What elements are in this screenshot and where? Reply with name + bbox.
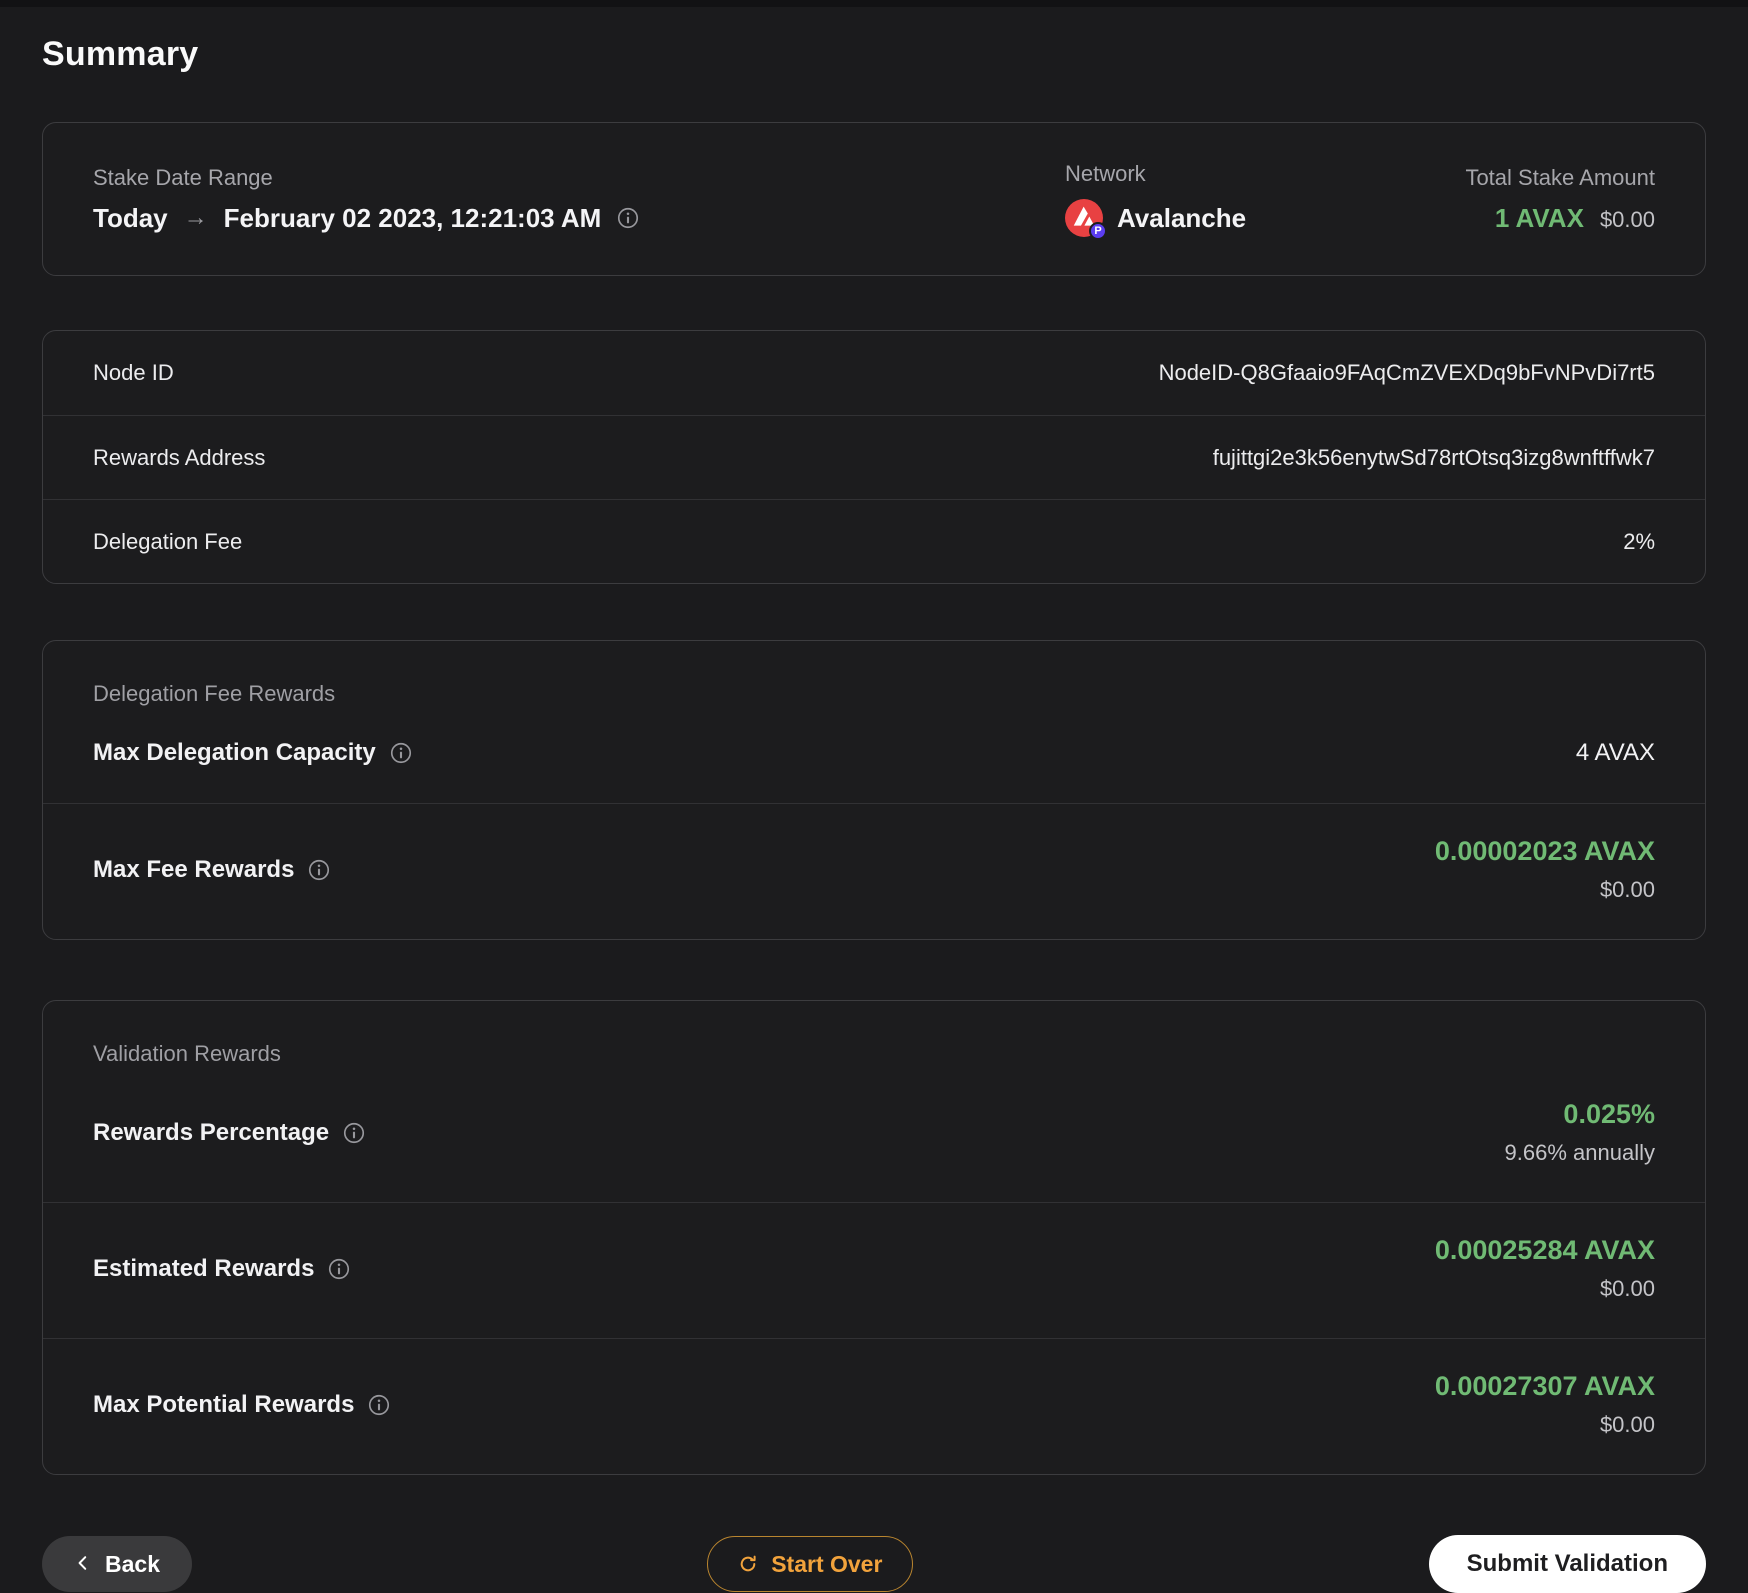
estimated-rewards-label: Estimated Rewards — [93, 1254, 315, 1282]
estimated-rewards-row: Estimated Rewards 0.00025284 AVAX $0.00 — [43, 1202, 1705, 1338]
max-fee-rewards-usd: $0.00 — [1599, 877, 1655, 902]
network-group: Network P Avalanche — [1065, 161, 1395, 240]
total-stake-amount: 1 AVAX — [1494, 202, 1584, 233]
max-fee-rewards-info-icon[interactable] — [308, 859, 330, 881]
p-chain-badge: P — [1089, 222, 1107, 240]
table-row-delegation-fee: Delegation Fee 2% — [43, 499, 1705, 583]
table-row-rewards-address: Rewards Address fujittgi2e3k56enytwSd78r… — [43, 415, 1705, 499]
submit-validation-button[interactable]: Submit Validation — [1428, 1535, 1706, 1593]
page-title: Summary — [42, 35, 199, 73]
estimated-rewards-info-icon[interactable] — [328, 1258, 350, 1280]
node-id-value: NodeID-Q8Gfaaio9FAqCmZVEXDq9bFvNPvDi7rt5 — [1158, 360, 1655, 385]
max-fee-rewards-label: Max Fee Rewards — [93, 855, 295, 883]
top-edge-strip — [0, 0, 1748, 7]
max-fee-rewards-row: Max Fee Rewards 0.00002023 AVAX $0.00 — [43, 803, 1705, 939]
max-delegation-capacity-label: Max Delegation Capacity — [93, 739, 376, 766]
max-potential-rewards-label: Max Potential Rewards — [93, 1390, 355, 1418]
rewards-address-value: fujittgi2e3k56enytwSd78rtOtsq3izg8wnftff… — [1212, 444, 1655, 470]
rewards-address-label: Rewards Address — [93, 444, 266, 470]
node-id-label: Node ID — [93, 360, 174, 385]
stake-date-range-label: Stake Date Range — [93, 164, 273, 190]
rewards-percentage-value: 0.025% — [1563, 1099, 1655, 1129]
stake-date-to: February 02 2023, 12:21:03 AM — [223, 202, 602, 233]
chevron-left-icon — [74, 1551, 92, 1578]
delegation-fee-rewards-card: Delegation Fee Rewards Max Delegation Ca… — [42, 640, 1706, 940]
max-fee-rewards-value: 0.00002023 AVAX — [1434, 836, 1655, 866]
rewards-percentage-annual: 9.66% annually — [1504, 1140, 1655, 1165]
start-over-label: Start Over — [771, 1550, 883, 1577]
total-stake-usd: $0.00 — [1599, 206, 1655, 232]
max-delegation-capacity-value: 4 AVAX — [1575, 739, 1655, 766]
estimated-rewards-value: 0.00025284 AVAX — [1434, 1235, 1655, 1265]
rewards-percentage-label: Rewards Percentage — [93, 1118, 330, 1146]
total-stake-label: Total Stake Amount — [1465, 164, 1655, 190]
footer-actions: Back Start Over Submit Validation — [42, 1535, 1706, 1593]
delegation-fee-value: 2% — [1623, 528, 1655, 554]
max-potential-rewards-info-icon[interactable] — [368, 1394, 390, 1416]
rewards-percentage-info-icon[interactable] — [343, 1122, 365, 1144]
total-stake-group: Total Stake Amount 1 AVAX $0.00 — [1395, 165, 1655, 234]
back-button[interactable]: Back — [42, 1536, 192, 1592]
node-details-card: Node ID NodeID-Q8Gfaaio9FAqCmZVEXDq9bFvN… — [42, 330, 1706, 584]
restart-icon — [738, 1554, 758, 1574]
max-potential-rewards-usd: $0.00 — [1599, 1412, 1655, 1437]
validation-rewards-card: Validation Rewards Rewards Percentage 0.… — [42, 1000, 1706, 1475]
avalanche-icon: P — [1065, 199, 1107, 240]
max-delegation-capacity-info-icon[interactable] — [390, 742, 412, 764]
delegation-fee-label: Delegation Fee — [93, 528, 243, 554]
max-potential-rewards-row: Max Potential Rewards 0.00027307 AVAX $0… — [43, 1338, 1705, 1474]
table-row-node-id: Node ID NodeID-Q8Gfaaio9FAqCmZVEXDq9bFvN… — [43, 331, 1705, 415]
back-button-label: Back — [105, 1550, 160, 1577]
stake-date-range-group: Stake Date Range Today → February 02 202… — [93, 165, 1065, 234]
arrow-right-icon: → — [183, 204, 208, 231]
stake-date-info-icon[interactable] — [617, 207, 639, 229]
delegation-fee-rewards-title: Delegation Fee Rewards — [93, 681, 336, 706]
rewards-percentage-row: Rewards Percentage 0.025% 9.66% annually — [43, 1067, 1705, 1202]
start-over-button[interactable]: Start Over — [707, 1536, 914, 1592]
estimated-rewards-usd: $0.00 — [1599, 1276, 1655, 1301]
max-potential-rewards-value: 0.00027307 AVAX — [1434, 1371, 1655, 1401]
network-name: Avalanche — [1117, 202, 1247, 233]
network-label: Network — [1065, 161, 1146, 186]
stake-summary-card: Stake Date Range Today → February 02 202… — [42, 122, 1706, 276]
max-delegation-capacity-row: Max Delegation Capacity 4 AVAX — [43, 707, 1705, 803]
stake-date-from: Today — [93, 202, 168, 233]
validation-rewards-title: Validation Rewards — [93, 1041, 281, 1066]
